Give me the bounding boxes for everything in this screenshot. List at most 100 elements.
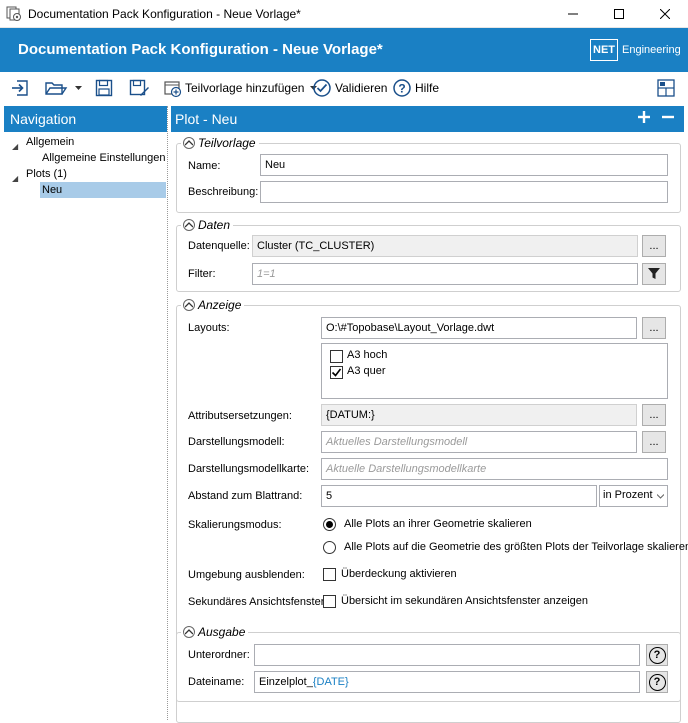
maximize-button[interactable] xyxy=(596,0,642,28)
tree-item-allgemeine-einstellungen[interactable]: Allgemeine Einstellungen xyxy=(42,152,166,164)
daten-header[interactable]: Daten xyxy=(181,218,234,232)
collapse-icon[interactable] xyxy=(183,137,195,149)
filter-button[interactable] xyxy=(642,263,666,285)
chevron-down-icon xyxy=(75,85,82,90)
ausgabe-header[interactable]: Ausgabe xyxy=(181,625,249,639)
import-button[interactable] xyxy=(10,76,30,100)
filter-label: Filter: xyxy=(188,268,216,280)
abstand-unit-value: in Prozent xyxy=(603,489,653,501)
collapse-icon[interactable] xyxy=(183,219,195,231)
layout-checkbox-a3-hoch[interactable] xyxy=(330,350,343,363)
add-plot-button[interactable] xyxy=(637,110,653,128)
header-band: Documentation Pack Konfiguration - Neue … xyxy=(0,28,688,72)
sekundaeres-checkbox[interactable] xyxy=(323,595,336,608)
sekundaeres-check-label: Übersicht im sekundären Ansichtsfenster … xyxy=(341,595,589,607)
navigation-title: Navigation xyxy=(4,106,167,132)
layout-list: A3 hoch A3 quer xyxy=(321,343,668,399)
minus-icon xyxy=(662,115,674,119)
layout-label-a3-quer: A3 quer xyxy=(347,365,386,377)
logo-text: Engineering xyxy=(622,44,681,56)
ueberdeckung-checkbox[interactable] xyxy=(323,568,336,581)
minimize-button[interactable] xyxy=(550,0,596,28)
tree-toggle-icon[interactable]: ◢ xyxy=(12,138,18,152)
funnel-icon xyxy=(648,268,660,279)
tree-item-allgemein[interactable]: Allgemein xyxy=(26,136,74,148)
ausgabe-title: Ausgabe xyxy=(198,625,246,639)
collapse-icon[interactable] xyxy=(183,299,195,311)
darstellungsmodellkarte-input[interactable]: Aktuelle Darstellungsmodellkarte xyxy=(321,458,668,480)
net-engineering-logo: NET Engineering xyxy=(590,39,681,61)
layout-label-a3-hoch: A3 hoch xyxy=(347,349,388,361)
sekundaeres-label: Sekundäres Ansichtsfenster: xyxy=(188,596,328,608)
close-window-button[interactable] xyxy=(642,0,688,28)
name-input[interactable]: Neu xyxy=(260,154,668,176)
check-circle-icon xyxy=(313,79,331,97)
dateiname-input[interactable]: Einzelplot_{DATE} xyxy=(254,671,640,693)
logo-net-mark: NET xyxy=(590,39,618,61)
abstand-label: Abstand zum Blattrand: xyxy=(188,490,303,502)
darstellungsmodellkarte-label: Darstellungsmodellkarte: xyxy=(188,463,310,475)
help-button[interactable]: ? Hilfe xyxy=(392,76,439,100)
unterordner-label: Unterordner: xyxy=(188,649,250,661)
abstand-unit-select[interactable]: in Prozent xyxy=(599,485,668,507)
skalierung-radio-geometrie[interactable] xyxy=(323,518,336,531)
beschreibung-label: Beschreibung: xyxy=(188,186,259,198)
app-icon xyxy=(6,6,22,22)
help-icon: ? xyxy=(648,646,666,664)
ueberdeckung-label: Überdeckung aktivieren xyxy=(341,568,457,580)
chevron-down-icon xyxy=(657,494,664,499)
checkmark-icon xyxy=(331,368,342,377)
save-button[interactable] xyxy=(94,76,114,100)
save-as-button[interactable] xyxy=(128,76,150,100)
add-subtemplate-button[interactable]: Teilvorlage hinzufügen xyxy=(162,76,318,100)
abstand-input[interactable]: 5 xyxy=(321,485,597,507)
teilvorlage-header[interactable]: Teilvorlage xyxy=(181,136,259,150)
header-title: Documentation Pack Konfiguration - Neue … xyxy=(18,41,383,58)
skalierung-option1-label: Alle Plots an ihrer Geometrie skalieren xyxy=(344,518,532,530)
unterordner-input[interactable] xyxy=(254,644,640,666)
datenquelle-label: Datenquelle: xyxy=(188,240,250,252)
anzeige-header[interactable]: Anzeige xyxy=(181,298,245,312)
open-dropdown-button[interactable] xyxy=(75,76,82,100)
unterordner-help-button[interactable]: ? xyxy=(646,644,668,666)
darstellungsmodell-input[interactable]: Aktuelles Darstellungsmodell xyxy=(321,431,637,453)
layout-icon xyxy=(657,79,675,97)
validate-button[interactable]: Validieren xyxy=(312,76,387,100)
darstellungsmodellkarte-placeholder: Aktuelle Darstellungsmodellkarte xyxy=(326,463,487,475)
window-title: Documentation Pack Konfiguration - Neue … xyxy=(28,7,301,21)
datenquelle-input[interactable]: Cluster (TC_CLUSTER) xyxy=(252,235,638,257)
skalierung-radio-groesster-plot[interactable] xyxy=(323,541,336,554)
attributsersetzungen-input[interactable]: {DATUM:} xyxy=(321,404,637,426)
skalierungsmodus-label: Skalierungsmodus: xyxy=(188,519,282,531)
panel-splitter[interactable] xyxy=(167,106,168,720)
tree-toggle-icon[interactable]: ◢ xyxy=(12,170,18,184)
anzeige-title: Anzeige xyxy=(198,298,242,312)
collapse-icon[interactable] xyxy=(183,626,195,638)
dateiname-token: {DATE} xyxy=(312,676,349,688)
help-label: Hilfe xyxy=(415,81,440,95)
plus-icon xyxy=(638,111,650,123)
tree-item-plots[interactable]: Plots (1) xyxy=(26,168,67,180)
dateiname-help-button[interactable]: ? xyxy=(646,671,668,693)
panel-title: Plot - Neu xyxy=(171,106,684,132)
open-button[interactable] xyxy=(44,76,68,100)
layout-checkbox-a3-quer[interactable] xyxy=(330,366,343,379)
darstellungsmodell-label: Darstellungsmodell: xyxy=(188,436,285,448)
skalierung-option2-label: Alle Plots auf die Geometrie des größten… xyxy=(344,541,688,553)
layout-toggle-button[interactable] xyxy=(656,76,676,100)
add-subtemplate-icon xyxy=(164,81,182,98)
validate-label: Validieren xyxy=(335,81,388,95)
layouts-input[interactable]: O:\#Topobase\Layout_Vorlage.dwt xyxy=(321,317,637,339)
layouts-browse-button[interactable]: ... xyxy=(642,317,666,339)
filter-input[interactable]: 1=1 xyxy=(252,263,638,285)
remove-plot-button[interactable] xyxy=(661,110,677,128)
beschreibung-input[interactable] xyxy=(260,181,668,203)
datenquelle-browse-button[interactable]: ... xyxy=(642,235,666,257)
tree-item-neu[interactable]: Neu xyxy=(40,182,166,198)
darstellungsmodell-browse-button[interactable]: ... xyxy=(642,431,666,453)
filter-placeholder: 1=1 xyxy=(257,268,276,280)
attributsersetzungen-browse-button[interactable]: ... xyxy=(642,404,666,426)
svg-text:?: ? xyxy=(398,82,405,96)
teilvorlage-title: Teilvorlage xyxy=(198,136,256,150)
darstellungsmodell-placeholder: Aktuelles Darstellungsmodell xyxy=(326,436,468,448)
